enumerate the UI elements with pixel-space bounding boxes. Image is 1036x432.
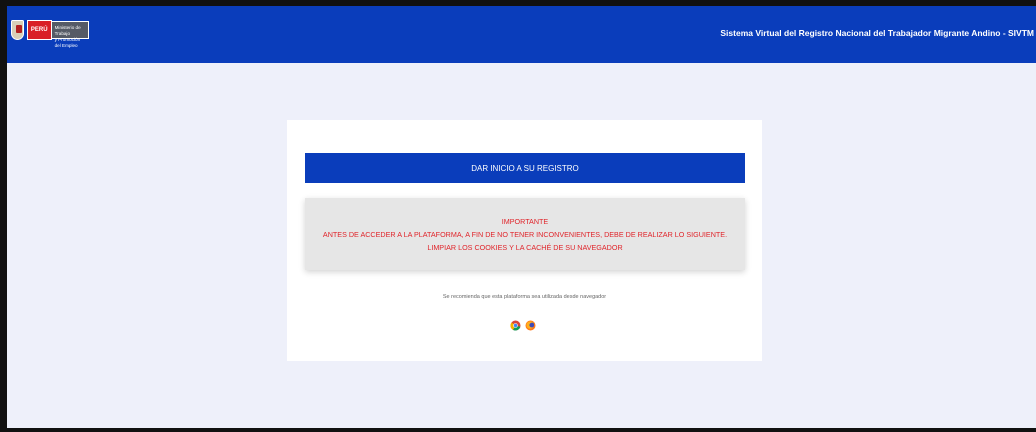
window-frame-left <box>0 0 7 432</box>
registration-card: DAR INICIO A SU REGISTRO IMPORTANTE ANTE… <box>287 120 762 361</box>
logo-ministry-line2: y Promoción del Empleo <box>54 37 81 48</box>
start-registration-button[interactable]: DAR INICIO A SU REGISTRO <box>305 153 745 183</box>
ministry-logo[interactable]: PERÚ Ministerio de Trabajo y Promoción d… <box>11 18 89 48</box>
important-alert: IMPORTANTE ANTES DE ACCEDER A LA PLATAFO… <box>305 198 745 270</box>
alert-line-2: LIMPIAR LOS COOKIES Y LA CACHÉ DE SU NAV… <box>427 242 623 252</box>
alert-heading: IMPORTANTE <box>501 216 549 226</box>
window-frame-bottom <box>0 428 1036 432</box>
logo-ministry-name: Ministerio de Trabajo y Promoción del Em… <box>51 21 89 48</box>
coat-of-arms-icon <box>11 20 24 40</box>
logo-country: PERÚ <box>26 20 52 40</box>
alert-line-1: ANTES DE ACCEDER A LA PLATAFORMA, A FIN … <box>322 229 728 239</box>
logo-ministry-line1: Ministerio de Trabajo <box>54 25 81 36</box>
top-header: PERÚ Ministerio de Trabajo y Promoción d… <box>7 6 1036 63</box>
firefox-icon[interactable] <box>525 319 536 332</box>
browser-recommendation: Se recomienda que esta plataforma sea ut… <box>442 294 607 300</box>
chrome-icon[interactable] <box>510 319 521 332</box>
browser-icons <box>510 319 536 332</box>
main-content: DAR INICIO A SU REGISTRO IMPORTANTE ANTE… <box>7 63 1036 428</box>
system-title: Sistema Virtual del Registro Nacional de… <box>720 28 1034 38</box>
